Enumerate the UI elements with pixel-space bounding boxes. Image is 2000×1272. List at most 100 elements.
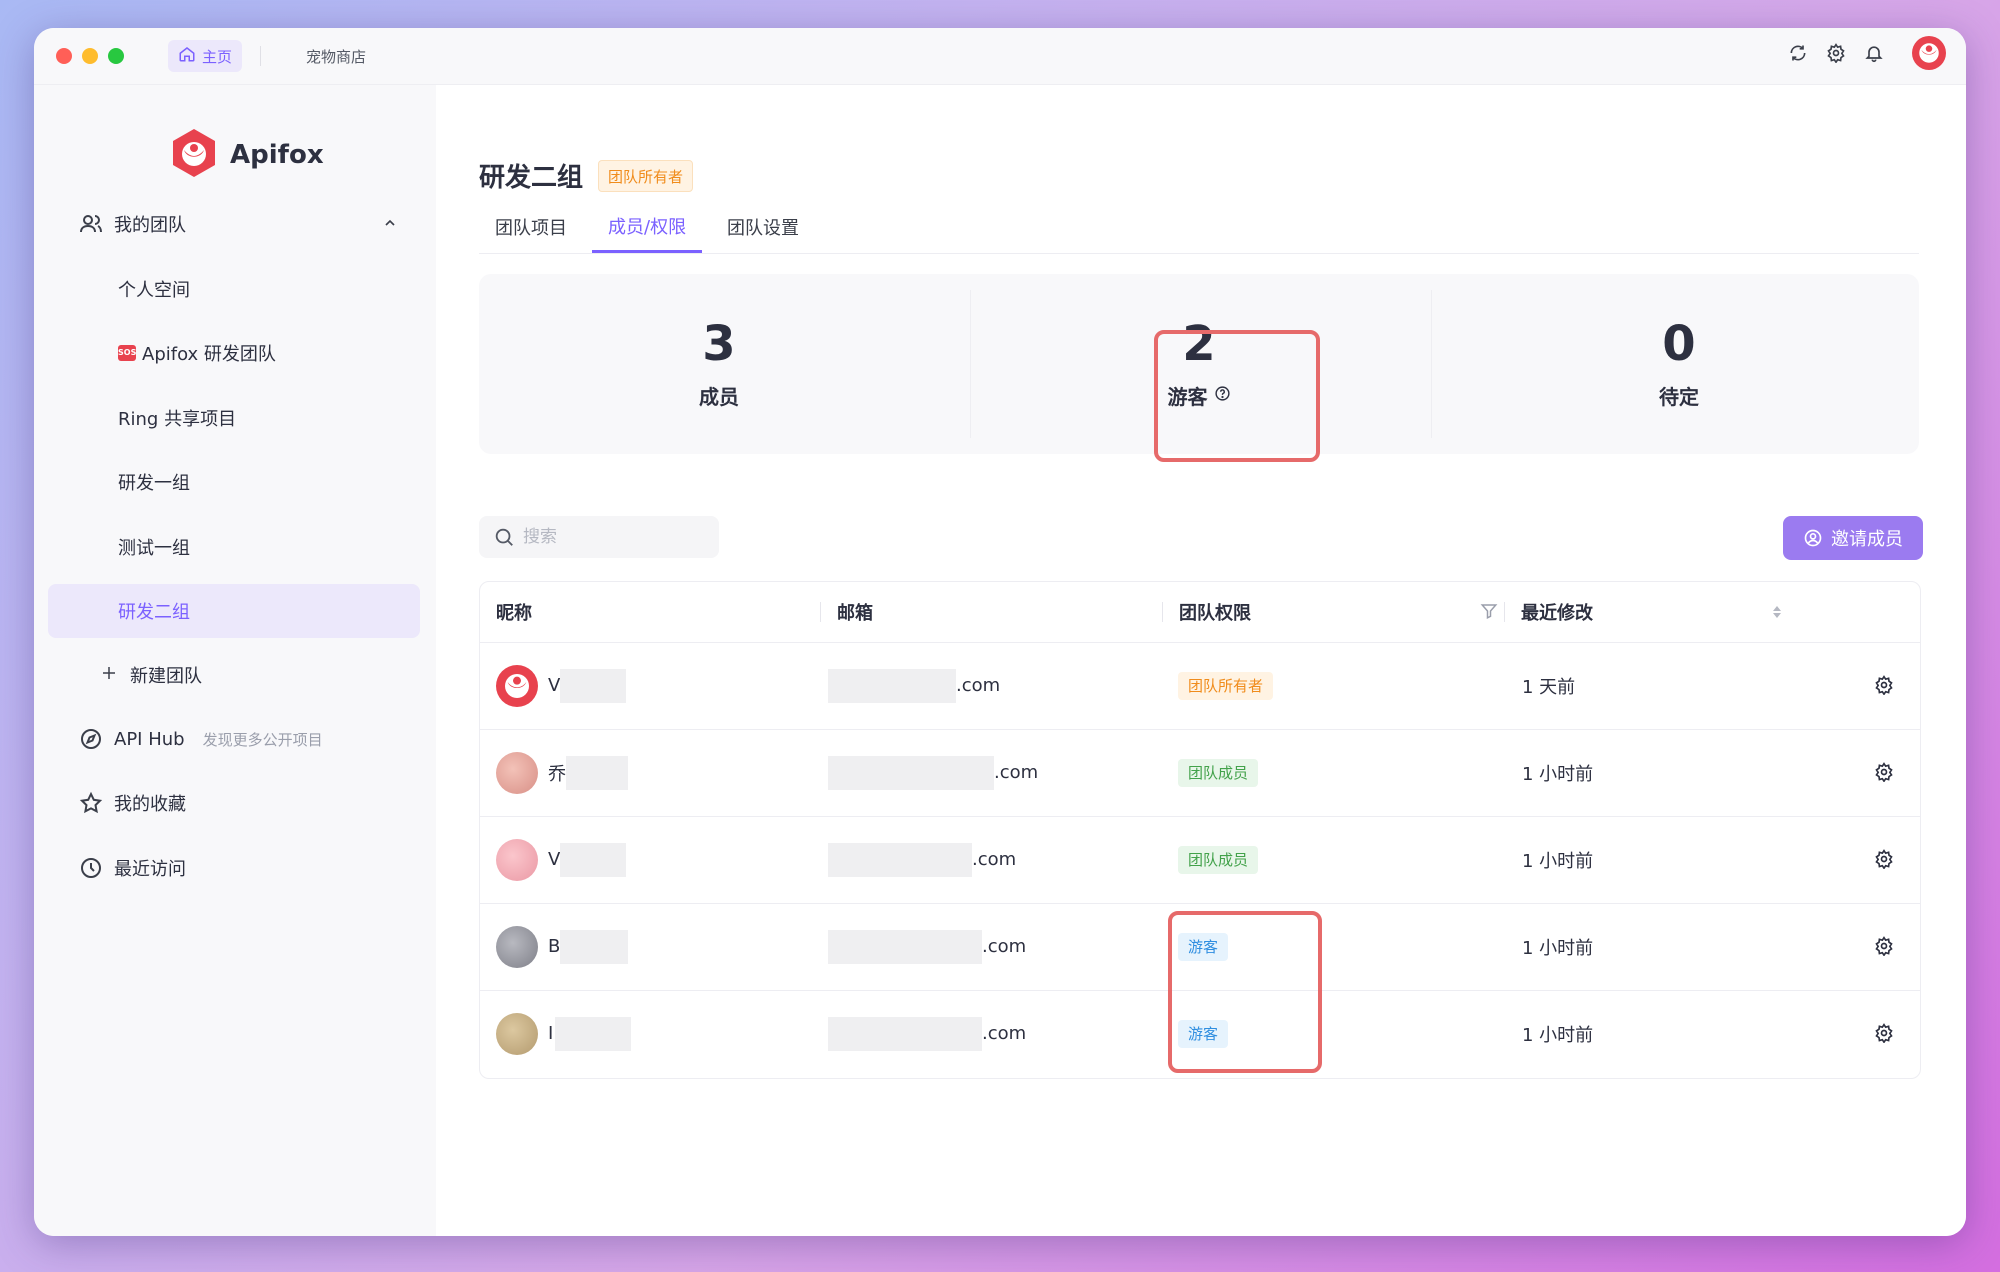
minimize-window-button[interactable] (82, 48, 98, 64)
apifox-logo[interactable]: Apifox (170, 127, 324, 183)
sidebar-item-new-team[interactable]: 新建团队 (48, 648, 420, 702)
sync-icon[interactable] (1786, 41, 1810, 65)
row-settings-gear-icon[interactable] (1870, 671, 1898, 699)
member-search[interactable] (479, 516, 719, 558)
tab-home[interactable]: 主页 (168, 40, 243, 72)
tab-team-projects[interactable]: 团队项目 (479, 201, 583, 253)
sidebar-item-label: API Hub (114, 728, 185, 750)
nickname-text: V (548, 849, 561, 870)
sidebar-item-my-teams[interactable]: 我的团队 (48, 197, 420, 251)
search-input[interactable] (521, 526, 705, 548)
nickname-cell: V (496, 816, 627, 903)
redacted-block (828, 929, 982, 964)
modified-cell: 1 小时前 (1522, 850, 1594, 872)
home-icon (178, 45, 196, 67)
tab-members-permissions[interactable]: 成员/权限 (592, 201, 703, 253)
sidebar-item-label: 个人空间 (118, 280, 190, 301)
star-icon (78, 790, 104, 816)
column-header-email: 邮箱 (837, 603, 873, 624)
invite-member-button[interactable]: 邀请成员 (1783, 516, 1923, 560)
table-row[interactable]: V .com 团队所有者 1 天前 (480, 642, 1920, 730)
invite-label: 邀请成员 (1831, 529, 1903, 550)
sidebar-item-ring-shared[interactable]: Ring 共享项目 (48, 391, 420, 445)
redacted-block (828, 755, 994, 790)
bell-icon[interactable] (1862, 41, 1886, 65)
stat-label: 待定 (1659, 384, 1699, 409)
sidebar-item-label: 最近访问 (114, 859, 186, 880)
avatar (496, 838, 538, 881)
sidebar-item-api-hub[interactable]: API Hub 发现更多公开项目 (48, 712, 420, 766)
close-window-button[interactable] (56, 48, 72, 64)
role-badge-member: 团队成员 (1178, 845, 1259, 874)
tab-team-settings[interactable]: 团队设置 (711, 201, 815, 253)
settings-gear-icon[interactable] (1824, 41, 1848, 65)
sos-icon: SOS (118, 345, 136, 361)
redacted-block (560, 929, 629, 964)
stat-label: 成员 (699, 384, 739, 409)
sort-icon[interactable] (1770, 604, 1784, 620)
sidebar-item-label: Ring 共享项目 (118, 409, 237, 430)
table-row[interactable]: 乔 .com 团队成员 1 小时前 (480, 729, 1920, 817)
nickname-cell: B (496, 903, 629, 990)
sidebar-item-test-group-1[interactable]: 测试一组 (48, 520, 420, 574)
sidebar: Apifox 我的团队 个人空间 SOS Apifox 研发团队 Ring 共享… (34, 85, 436, 1236)
nickname-text: I (548, 1023, 554, 1044)
sidebar-item-favorites[interactable]: 我的收藏 (48, 776, 420, 830)
email-cell: .com (828, 990, 1026, 1077)
role-badge-member: 团队成员 (1178, 758, 1259, 787)
nickname-text: 乔 (548, 763, 566, 785)
sidebar-item-label: 我的收藏 (114, 794, 186, 815)
compass-icon (78, 726, 104, 752)
redacted-block (560, 668, 627, 703)
stat-pending[interactable]: 0 待定 (1439, 274, 1919, 454)
row-settings-gear-icon[interactable] (1870, 932, 1898, 960)
sidebar-item-label: 新建团队 (130, 666, 202, 687)
api-hub-hint: 发现更多公开项目 (202, 730, 323, 749)
row-settings-gear-icon[interactable] (1870, 758, 1898, 786)
sidebar-item-label: 测试一组 (118, 538, 190, 559)
filter-icon[interactable] (1480, 602, 1498, 620)
clock-icon (78, 855, 104, 881)
column-divider (820, 602, 821, 622)
tab-pet-shop[interactable]: 宠物商店 (306, 40, 366, 72)
nickname-text: V (548, 675, 561, 696)
nickname-text: B (548, 936, 561, 957)
row-settings-gear-icon[interactable] (1870, 1019, 1898, 1047)
sidebar-item-dev-group-1[interactable]: 研发一组 (48, 455, 420, 509)
titlebar-actions (1786, 36, 1946, 70)
redacted-block (828, 668, 956, 703)
plus-icon (100, 664, 118, 687)
modified-cell: 1 天前 (1522, 676, 1576, 698)
apifox-logo-icon (170, 127, 218, 183)
user-avatar[interactable] (1912, 36, 1946, 70)
guest-stat-highlight (1154, 330, 1320, 462)
stat-divider (1431, 290, 1432, 438)
redacted-block (566, 755, 628, 790)
app-window: 主页 宠物商店 Apifox 我的团队 个人空间 SOS Apifox 研发团队… (34, 28, 1966, 1236)
nickname-cell: 乔 (496, 729, 628, 816)
stat-value: 3 (702, 316, 736, 373)
email-suffix: .com (956, 675, 1001, 696)
maximize-window-button[interactable] (108, 48, 124, 64)
table-row[interactable]: V .com 团队成员 1 小时前 (480, 816, 1920, 904)
main-content: 研发二组 团队所有者 团队项目 成员/权限 团队设置 3 成员 2 游客 0 待… (436, 85, 1966, 1236)
role-badge: 团队所有者 (598, 160, 694, 192)
sidebar-item-personal-space[interactable]: 个人空间 (48, 262, 420, 316)
sidebar-item-dev-group-2[interactable]: 研发二组 (48, 584, 420, 638)
stat-members[interactable]: 3 成员 (479, 274, 959, 454)
logo-text: Apifox (230, 140, 324, 170)
redacted-block (828, 842, 972, 877)
chevron-up-icon[interactable] (382, 215, 398, 236)
modified-cell: 1 小时前 (1522, 763, 1594, 785)
role-badge-owner: 团队所有者 (1178, 671, 1274, 700)
column-header-team-role: 团队权限 (1179, 603, 1251, 624)
role-cell: 团队成员 (1178, 729, 1259, 816)
stat-value: 0 (1662, 316, 1696, 373)
sidebar-item-recent[interactable]: 最近访问 (48, 841, 420, 895)
row-settings-gear-icon[interactable] (1870, 845, 1898, 873)
email-suffix: .com (994, 762, 1039, 783)
role-cell: 团队成员 (1178, 816, 1259, 903)
sidebar-item-apifox-team[interactable]: SOS Apifox 研发团队 (48, 326, 420, 380)
avatar (496, 751, 538, 794)
team-tabs: 团队项目 成员/权限 团队设置 (479, 201, 1919, 254)
